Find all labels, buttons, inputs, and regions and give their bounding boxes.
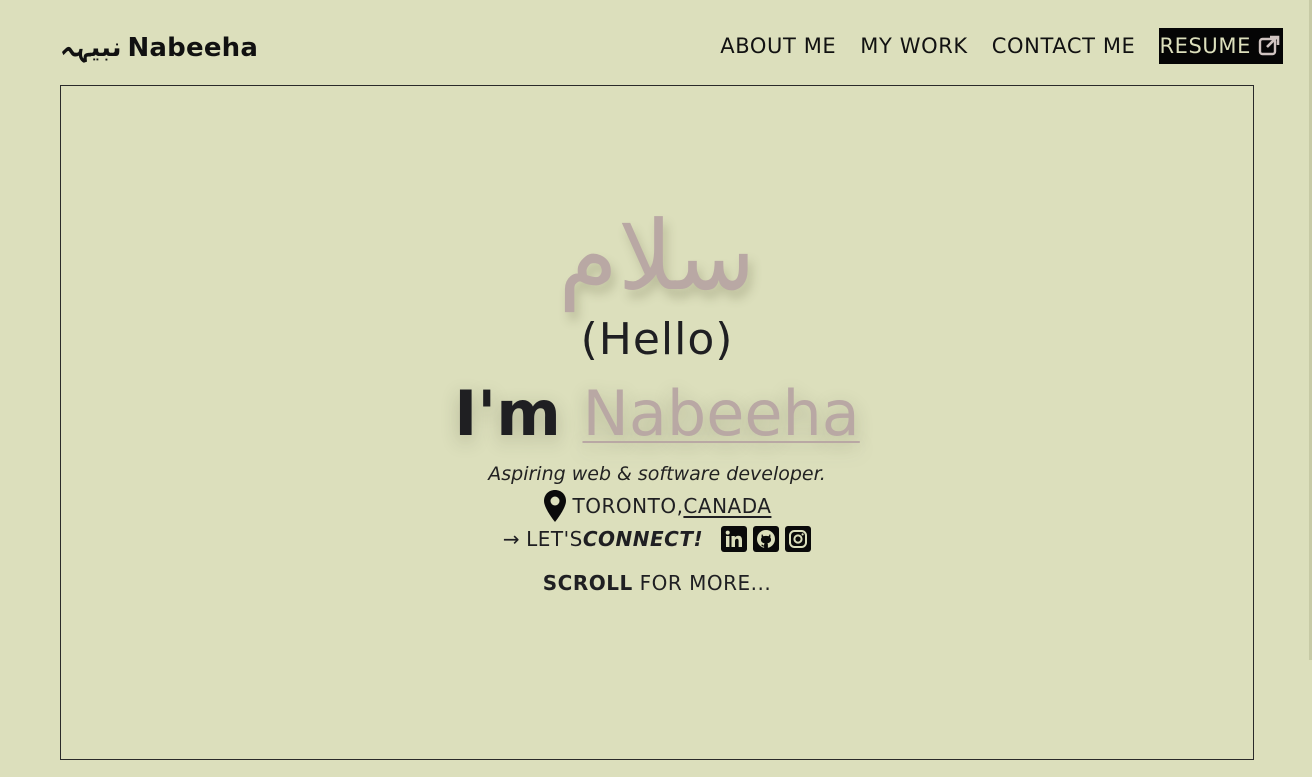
nav-my-work[interactable]: MY WORK [860,28,967,64]
intro-prefix: I'm [454,377,583,450]
social-links [721,526,812,552]
scroll-hint-bold: SCROLL [542,571,633,595]
arrow-right-icon: → [502,527,521,551]
location-city: TORONTO, [572,494,684,518]
location-country-link[interactable]: CANADA [683,494,771,518]
nav-contact-me[interactable]: CONTACT ME [992,28,1136,64]
intro-heading: I'm Nabeeha [61,374,1253,454]
greeting-urdu: سلام [558,200,756,312]
connect-row: → LET'S CONNECT! [61,524,1253,554]
greeting-translation: (Hello) [580,314,734,365]
resume-button[interactable]: RESUME [1159,28,1283,64]
brand-logo[interactable]: نبیہہ Nabeeha [60,28,258,68]
hero-section: سلام (Hello) I'm Nabeeha Aspiring web & … [60,85,1254,760]
scroll-hint-rest: FOR MORE... [632,571,772,595]
github-icon[interactable] [753,526,780,552]
intro-name-link[interactable]: Nabeeha [582,377,859,450]
tagline: Aspiring web & software developer. [488,463,826,485]
site-header: نبیہہ Nabeeha ABOUT ME MY WORK CONTACT M… [0,0,1312,86]
main-nav: ABOUT ME MY WORK CONTACT ME RESUME [720,28,1283,64]
scroll-hint: SCROLL FOR MORE... [61,568,1253,598]
logo-calligraphy-mark: نبیہہ [60,33,122,63]
location: TORONTO, CANADA [61,488,1253,524]
connect-prefix: LET'S [526,527,583,551]
external-link-icon [1258,35,1280,56]
instagram-icon[interactable] [785,526,812,552]
map-pin-icon [543,490,566,522]
connect-cta: CONNECT! [582,527,704,551]
linkedin-icon[interactable] [721,526,748,552]
brand-name: Nabeeha [127,33,259,63]
nav-about-me[interactable]: ABOUT ME [720,28,836,64]
resume-label: RESUME [1159,34,1251,58]
